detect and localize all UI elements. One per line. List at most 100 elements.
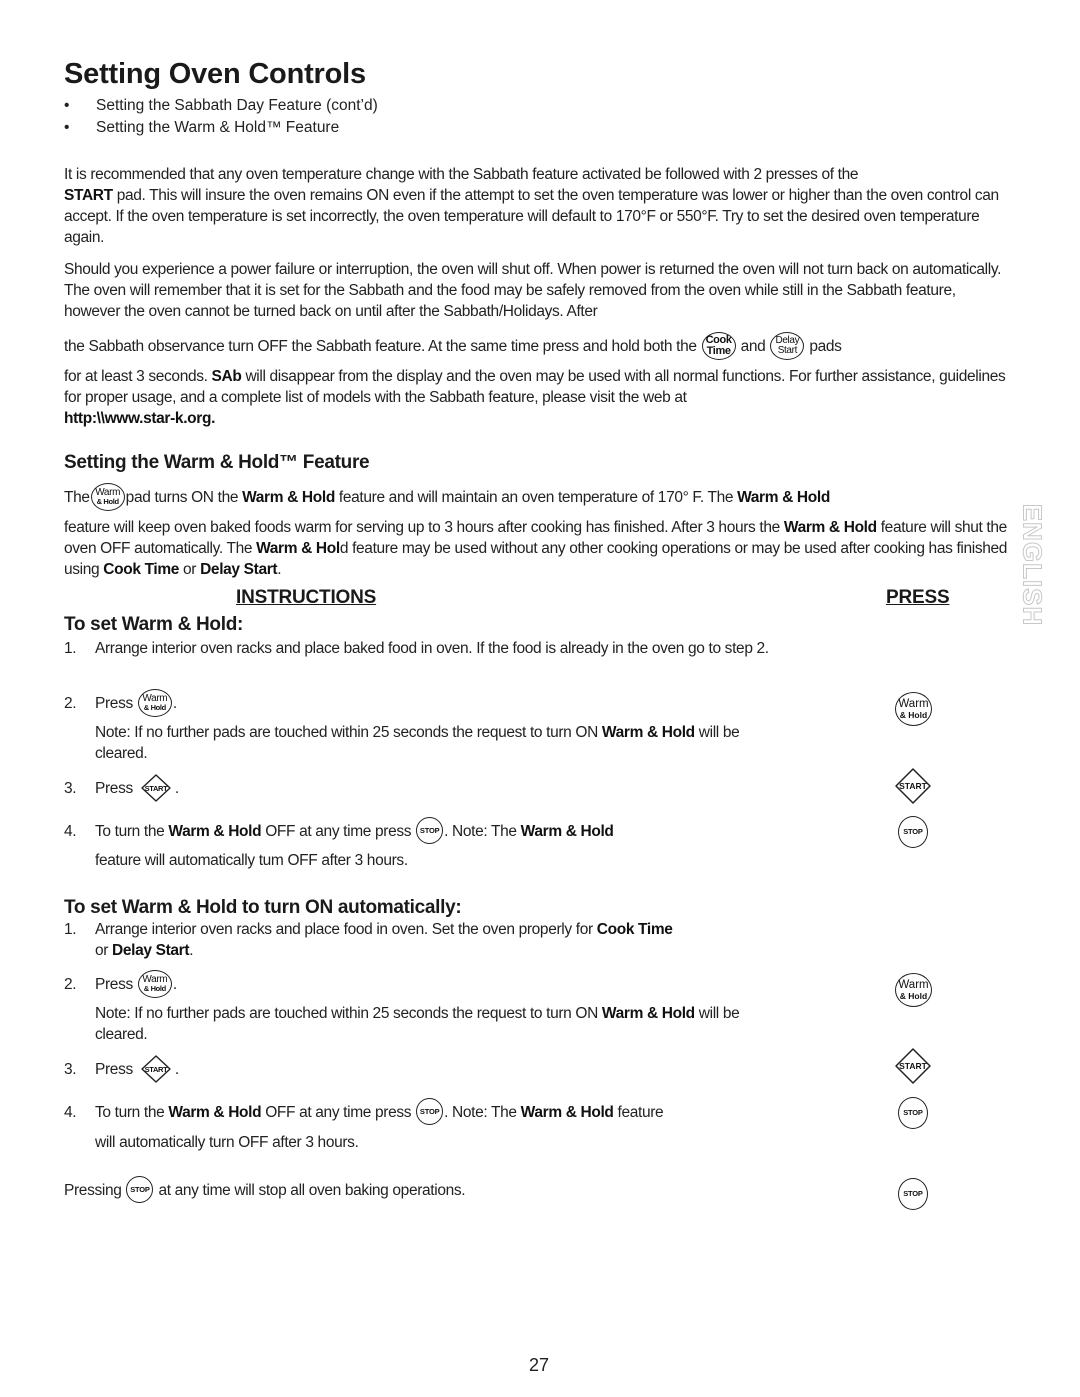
text: for at least 3 seconds. <box>64 368 212 385</box>
stop-all-note: Pressing STOP at any time will stop all … <box>64 1176 1014 1204</box>
bold-text: Cook Time <box>596 921 673 938</box>
step-number: 1. <box>64 921 77 938</box>
text: or <box>179 561 201 578</box>
warm-hold-pad-icon: Warm & Hold <box>137 969 172 998</box>
delay-start-pad-icon: Delay Start <box>770 331 805 360</box>
step-number: 1. <box>64 640 77 657</box>
start-pad-icon: START <box>138 1054 174 1084</box>
bullet-text: Setting the Warm & Hold™ Feature <box>96 119 340 136</box>
bold-text: Warm & Hold <box>520 1104 614 1121</box>
text: or <box>95 942 113 959</box>
sab-bold: SAb <box>211 368 242 385</box>
sabbath-pads-line: the Sabbath observance turn OFF the Sabb… <box>64 331 1014 360</box>
page-number: 27 <box>529 1355 550 1375</box>
section2-heading: To set Warm & Hold to turn ON automatica… <box>64 897 462 918</box>
section1-step-2-note: Note: If no further pads are touched wit… <box>64 722 784 764</box>
star-k-link[interactable]: http:\\www.star-k.org. <box>64 410 215 427</box>
text: pads <box>809 338 842 355</box>
text: . Note: The <box>444 823 521 840</box>
stop-pad-icon: STOP <box>416 1098 444 1126</box>
press-label: Press <box>95 976 133 993</box>
text: To turn the <box>95 1104 169 1121</box>
press-column-header: PRESS <box>886 587 950 608</box>
section2-step-4: 4. To turn the Warm & Hold OFF at any ti… <box>64 1098 784 1126</box>
press-warm-hold-pad-icon: Warm & Hold <box>895 973 932 1007</box>
text: pad turns ON the <box>125 489 243 506</box>
text: will automatically turn OFF after 3 hour… <box>95 1134 359 1151</box>
step-text: Arrange interior oven racks and place ba… <box>95 640 769 657</box>
language-tab-label: ENGLISH <box>1017 503 1048 627</box>
bold-text: Cook Time <box>103 561 180 578</box>
text: and <box>740 338 766 355</box>
bold-text: Warm & Hold <box>520 823 614 840</box>
press-warm-hold-pad-icon: Warm & Hold <box>895 692 932 726</box>
step-number: 3. <box>64 1061 77 1078</box>
section2-step-3: 3. Press START. <box>64 1055 784 1083</box>
svg-text:START: START <box>144 784 167 793</box>
step-number: 4. <box>64 1104 77 1121</box>
bold-text: Warm & Hold <box>737 489 830 506</box>
press-stop-pad-icon: STOP <box>898 1097 928 1129</box>
text: To turn the <box>95 823 169 840</box>
press-start-pad-icon: START <box>893 766 933 806</box>
bullet-item: • Setting the Sabbath Day Feature (cont’d… <box>64 97 378 115</box>
press-stop-pad-icon: STOP <box>898 816 928 848</box>
press-label: Press <box>95 695 133 712</box>
bullet-item: • Setting the Warm & Hold™ Feature <box>64 119 339 137</box>
start-pad-icon: START <box>138 773 174 803</box>
text: the Sabbath observance turn OFF the Sabb… <box>64 338 697 355</box>
section1-step-3: 3. Press START. <box>64 774 784 802</box>
stop-pad-icon: STOP <box>416 817 444 845</box>
bold-text: Warm & Hold <box>601 1005 695 1022</box>
press-start-pad-icon: START <box>893 1046 933 1086</box>
step-number: 3. <box>64 780 77 797</box>
warm-hold-intro-line1: The Warm & Hold pad turns ON the Warm & Hol… <box>64 482 1014 511</box>
sabbath-paragraph-2: Should you experience a power failure or… <box>64 259 1014 322</box>
text: at any time will stop all oven baking op… <box>154 1182 466 1199</box>
text: pad. This will insure the oven remains O… <box>64 187 999 246</box>
text: Pressing <box>64 1182 122 1199</box>
step-number: 4. <box>64 823 77 840</box>
bullet-dot: • <box>64 97 70 114</box>
text: . <box>189 942 194 959</box>
bold-text: Warm & Hold <box>168 823 262 840</box>
section2-step-2-note: Note: If no further pads are touched wit… <box>64 1003 784 1045</box>
text: OFF at any time press <box>261 1104 416 1121</box>
text: . Note: The <box>444 1104 521 1121</box>
warm-hold-heading: Setting the Warm & Hold™ Feature <box>64 452 370 473</box>
section1-step-1: 1. Arrange interior oven racks and place… <box>64 638 784 659</box>
page-title: Setting Oven Controls <box>64 58 366 90</box>
text: The <box>64 489 90 506</box>
cook-time-pad-icon: Cook Time <box>701 331 736 360</box>
bold-text: Warm & Hold <box>783 519 877 536</box>
section2-step-4-cont: will automatically turn OFF after 3 hour… <box>64 1132 784 1153</box>
section1-step-4-cont: feature will automatically tum OFF after… <box>64 850 784 871</box>
warm-hold-pad-icon: Warm & Hold <box>90 482 125 511</box>
text: Note: If no further pads are touched wit… <box>95 724 602 741</box>
text: . <box>277 561 282 578</box>
bullet-dot: • <box>64 119 70 136</box>
bold-text: Warm & Hold <box>168 1104 262 1121</box>
bullet-text: Setting the Sabbath Day Feature (cont’d) <box>96 97 378 114</box>
section1-heading: To set Warm & Hold: <box>64 614 244 635</box>
text: OFF at any time press <box>261 823 416 840</box>
step-number: 2. <box>64 976 77 993</box>
text: Arrange interior oven racks and place fo… <box>95 921 597 938</box>
section1-step-2: 2. Press Warm & Hold. <box>64 688 784 717</box>
press-label: Press <box>95 780 133 797</box>
stop-pad-icon: STOP <box>126 1176 154 1204</box>
press-stop-pad-icon: STOP <box>898 1178 928 1210</box>
text: feature will keep oven baked foods warm … <box>64 519 784 536</box>
instructions-column-header: INSTRUCTIONS <box>236 587 377 608</box>
svg-text:START: START <box>144 1065 167 1074</box>
svg-text:START: START <box>899 1061 928 1071</box>
step-number: 2. <box>64 695 77 712</box>
bold-text: Warm & Hol <box>256 540 340 557</box>
start-bold: START <box>64 187 113 204</box>
text: feature and will maintain an oven temper… <box>334 489 738 506</box>
warm-hold-pad-icon: Warm & Hold <box>137 688 172 717</box>
sabbath-paragraph-1: It is recommended that any oven temperat… <box>64 164 1014 248</box>
section1-step-4: 4. To turn the Warm & Hold OFF at any ti… <box>64 817 784 845</box>
text: Note: If no further pads are touched wit… <box>95 1005 602 1022</box>
text: feature will automatically tum OFF after… <box>95 852 408 869</box>
